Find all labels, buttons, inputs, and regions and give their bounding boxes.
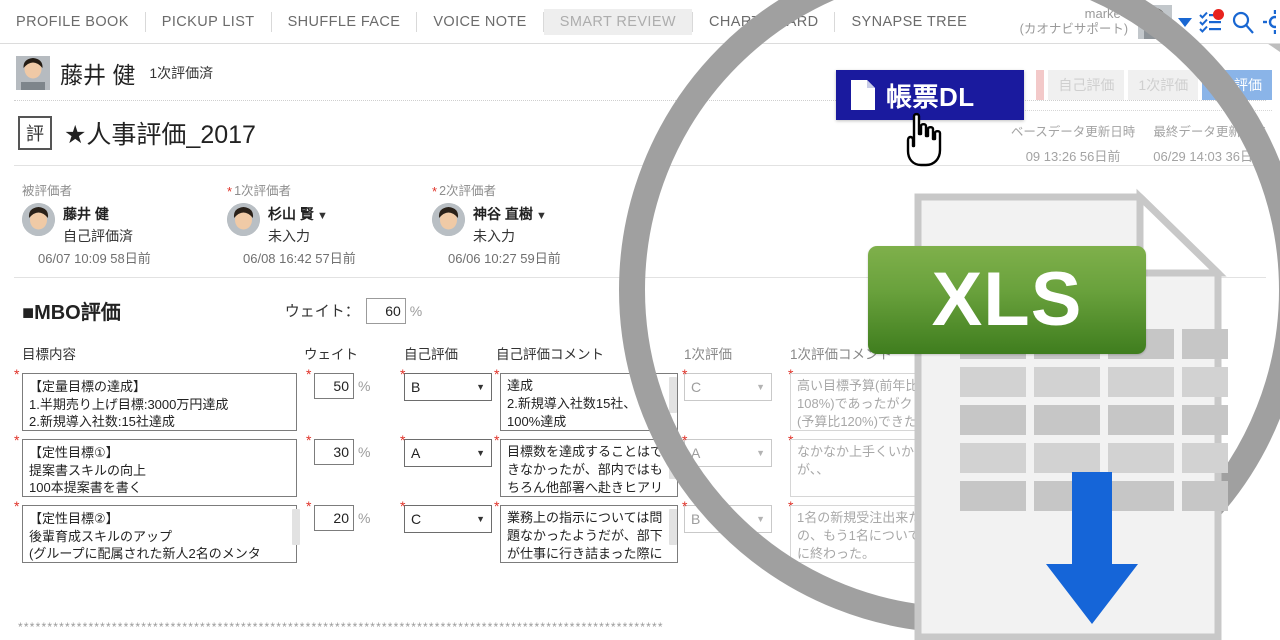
mbo-weight-input[interactable] (365, 297, 406, 324)
weight-input[interactable] (314, 373, 354, 400)
weight-cell: *% (304, 499, 404, 532)
evaluator-lines: 藤井 健自己評価済 (63, 203, 133, 246)
required-star-icon: * (400, 498, 406, 515)
self-rating-cell: * C ▼ (400, 499, 496, 534)
goal-textarea[interactable]: 【定性目標①】 提案書スキルの向上 100本提案書を書く (22, 439, 297, 498)
nav-item-shuffle-face[interactable]: SHUFFLE FACE (272, 9, 417, 35)
evaluator-role-label: 被評価者 (22, 184, 73, 198)
evaluator-role-label: * 1次評価者 (227, 184, 292, 199)
self-rating-select[interactable]: B ▼ (404, 373, 492, 402)
person-status: 1次評価済 (149, 65, 214, 81)
person-avatar[interactable] (16, 56, 50, 90)
self-rating-cell: * B ▼ (400, 367, 496, 402)
evaluator-avatar[interactable] (22, 203, 55, 236)
evaluator-body: 神谷 直樹 ▼ 未入力 (432, 203, 637, 246)
required-star-icon: * (227, 184, 233, 199)
nav-item-profile-book[interactable]: PROFILE BOOK (0, 9, 145, 35)
chevron-down-icon: ▼ (476, 448, 485, 459)
required-star-icon: * (432, 184, 438, 199)
xls-label: XLS (931, 257, 1083, 342)
goal-textarea[interactable]: 【定量目標の達成】 1.半期売り上げ目標:3000万円達成 2.新規導入社数:1… (22, 373, 297, 432)
self-rating-value: A (411, 445, 421, 462)
required-star-icon: * (306, 366, 312, 383)
self-rating-cell: * A ▼ (400, 433, 496, 468)
xls-badge: XLS (868, 246, 1146, 354)
col-header-self-rating: 自己評価 (404, 347, 458, 363)
required-star-icon: * (14, 366, 20, 383)
app-window: PROFILE BOOK PICKUP LIST SHUFFLE FACE VOICE… (0, 0, 1280, 640)
chevron-down-icon: ▼ (476, 514, 485, 525)
percent-sign: % (358, 444, 371, 461)
required-star-icon: * (494, 498, 500, 515)
evaluator-avatar[interactable] (227, 203, 260, 236)
evaluator-name: 藤井 健 (63, 206, 109, 222)
self-rating-value: B (411, 379, 421, 396)
percent-sign: % (409, 302, 423, 319)
evaluator-name-row: 藤井 健 (63, 203, 133, 226)
evaluator-status: 未入力 (473, 228, 515, 245)
self-rating-value: C (411, 511, 422, 528)
required-star-icon: * (494, 432, 500, 449)
evaluator-body: 杉山 賢 ▼ 未入力 (227, 203, 432, 246)
required-star-icon: * (306, 432, 312, 449)
evaluator-timestamp: 06/08 16:42 57日前 (243, 251, 356, 267)
page-title: ★人事評価_2017 (64, 121, 256, 149)
goal-cell: * 【定量目標の達成】 1.半期売り上げ目標:3000万円達成 2.新規導入社数:… (14, 367, 304, 432)
goal-cell: * 【定性目標①】 提案書スキルの向上 100本提案書を書く (14, 433, 304, 498)
evaluator-name: 杉山 賢 (268, 206, 314, 222)
report-download-label: 帳票DL (886, 81, 975, 112)
weight-cell: *% (304, 433, 404, 466)
weight-input[interactable] (314, 439, 354, 466)
required-star-icon: * (306, 498, 312, 515)
self-rating-select[interactable]: C ▼ (404, 505, 492, 534)
required-star-icon: * (400, 366, 406, 383)
evaluator-card: * 1次評価者杉山 賢 ▼ 未入力 06/08 16:42 57日前 (227, 180, 432, 267)
mbo-title: ■MBO評価 (22, 302, 121, 325)
evaluator-lines: 杉山 賢 ▼ 未入力 (268, 203, 328, 246)
required-star-icon: * (14, 498, 20, 515)
col-header-weight: ウェイト (304, 347, 358, 363)
evaluator-status: 自己評価済 (63, 228, 133, 245)
pointing-hand-cursor (906, 112, 942, 167)
download-arrow-icon (1046, 472, 1138, 624)
goal-textarea[interactable]: 【定性目標②】 後輩育成スキルのアップ (グループに配属された新人2名のメンタ (22, 505, 297, 564)
nav-item-pickup-list[interactable]: PICKUP LIST (146, 9, 271, 35)
evaluator-avatar[interactable] (432, 203, 465, 236)
percent-sign: % (358, 510, 371, 527)
weight-input[interactable] (314, 505, 354, 532)
evaluator-body: 藤井 健自己評価済 (22, 203, 227, 246)
evaluator-lines: 神谷 直樹 ▼ 未入力 (473, 203, 547, 246)
self-rating-select[interactable]: A ▼ (404, 439, 492, 468)
evaluator-name-row[interactable]: 神谷 直樹 ▼ (473, 203, 547, 226)
required-star-icon: * (494, 366, 500, 383)
weight-cell: *% (304, 367, 404, 400)
nav-item-voice-note[interactable]: VOICE NOTE (417, 9, 542, 35)
required-star-icon: * (400, 432, 406, 449)
scrollbar-thumb[interactable] (292, 509, 300, 546)
evaluator-role-label: * 2次評価者 (432, 184, 497, 199)
chevron-down-icon[interactable]: ▼ (533, 210, 547, 222)
chevron-down-icon: ▼ (476, 382, 485, 393)
goal-cell: * 【定性目標②】 後輩育成スキルのアップ (グループに配属された新人2名のメンタ (14, 499, 304, 564)
evaluator-name-row[interactable]: 杉山 賢 ▼ (268, 203, 328, 226)
evaluator-timestamp: 06/06 10:27 59日前 (448, 251, 561, 267)
evaluator-card: 被評価者藤井 健自己評価済 06/07 10:09 58日前 (22, 180, 227, 267)
col-header-goal: 目標内容 (22, 347, 76, 363)
mbo-weight-label: ウェイト： (284, 303, 360, 321)
sheet-badge: 評 (18, 116, 52, 150)
evaluator-name: 神谷 直樹 (473, 206, 533, 222)
evaluator-status: 未入力 (268, 228, 310, 245)
required-star-icon: * (14, 432, 20, 449)
document-icon (850, 79, 876, 111)
evaluator-timestamp: 06/07 10:09 58日前 (38, 251, 151, 267)
evaluator-card: * 2次評価者神谷 直樹 ▼ 未入力 06/06 10:27 59日前 (432, 180, 637, 267)
person-name: 藤井 健 (60, 62, 136, 88)
percent-sign: % (358, 378, 371, 395)
chevron-down-icon[interactable]: ▼ (314, 210, 328, 222)
